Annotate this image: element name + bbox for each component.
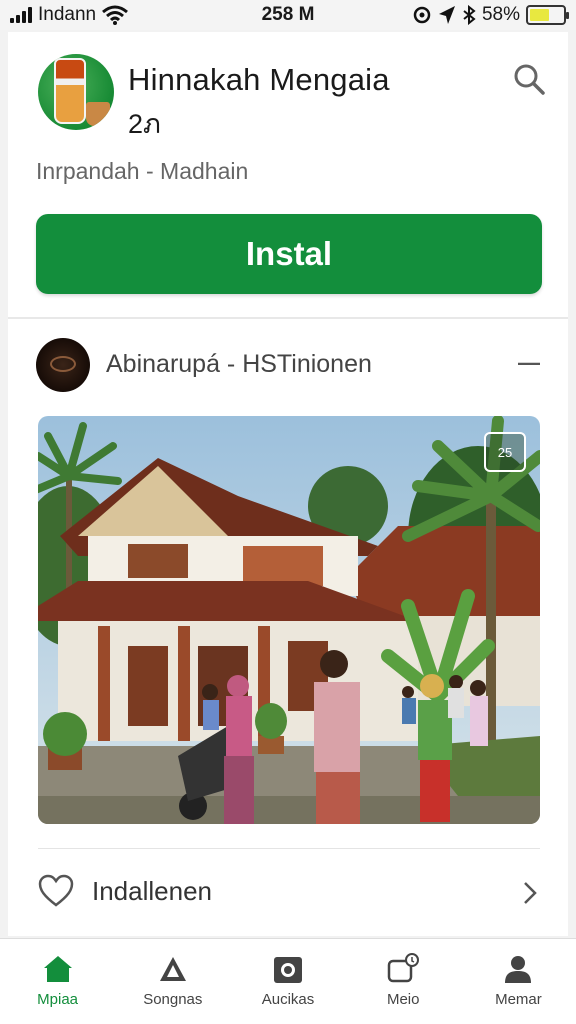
camera-icon — [274, 957, 302, 983]
home-icon — [43, 956, 72, 982]
app-card: Hinnakah Mengaia 2ภ Inrpandah - Madhain … — [8, 32, 568, 936]
nav-label: Songnas — [143, 991, 203, 1008]
battery-icon — [526, 5, 569, 25]
nav-label: Memar — [495, 991, 542, 1008]
install-button[interactable]: Instal — [36, 214, 542, 294]
app-description: Inrpandah - Madhain — [36, 158, 249, 184]
divider — [8, 317, 568, 319]
battery-percent: 58% — [481, 4, 520, 25]
nav-item-profile[interactable]: Memar — [461, 939, 576, 1024]
location-icon — [438, 6, 455, 24]
more-dash-icon[interactable]: — — [518, 350, 540, 376]
cup-icon — [86, 102, 110, 126]
divider — [38, 848, 540, 849]
status-bar: Indann 258 M 58% — [0, 0, 576, 30]
app-title: Hinnakah Mengaia — [128, 62, 390, 97]
photo-badge: 25 — [484, 432, 526, 472]
status-right: 58% — [366, 4, 569, 26]
app-subtitle: 2ภ — [128, 109, 161, 139]
post-photo[interactable]: 25 — [38, 416, 540, 824]
signal-icon — [10, 7, 32, 23]
nav-label: Aucikas — [261, 991, 315, 1008]
heart-icon[interactable] — [38, 874, 74, 908]
chat-badge-icon — [387, 953, 420, 983]
bottle-icon — [54, 58, 86, 124]
search-icon[interactable] — [512, 62, 546, 96]
action-row-label[interactable]: Indallenen — [92, 876, 212, 907]
nav-label: Mpiaa — [37, 991, 79, 1008]
battery-level — [530, 9, 549, 21]
bottom-nav: Mpiaa Songnas Aucikas Meio Memar — [0, 938, 576, 1024]
app-icon — [38, 54, 114, 130]
bluetooth-icon — [463, 5, 476, 25]
nav-item-home[interactable]: Mpiaa — [0, 939, 115, 1024]
nav-item-songs[interactable]: Songnas — [115, 939, 230, 1024]
wifi-icon — [102, 5, 129, 25]
channel-avatar[interactable] — [36, 338, 90, 392]
nav-label: Meio — [386, 991, 420, 1008]
chevron-right-icon[interactable] — [522, 880, 538, 906]
avatar-logo-icon — [50, 356, 76, 372]
triangle-icon — [159, 957, 186, 981]
carrier-name: Indann — [38, 4, 97, 25]
nav-item-aucikas[interactable]: Aucikas — [230, 939, 345, 1024]
nav-item-meio[interactable]: Meio — [346, 939, 461, 1024]
village-scene-image — [38, 416, 540, 824]
channel-name[interactable]: Abinarupá - HSTinionen — [106, 350, 372, 379]
install-label: Instal — [245, 235, 333, 272]
alarm-icon — [413, 6, 431, 24]
status-time: 258 M — [261, 4, 315, 25]
person-icon — [505, 956, 532, 983]
status-left: Indann — [10, 4, 210, 26]
